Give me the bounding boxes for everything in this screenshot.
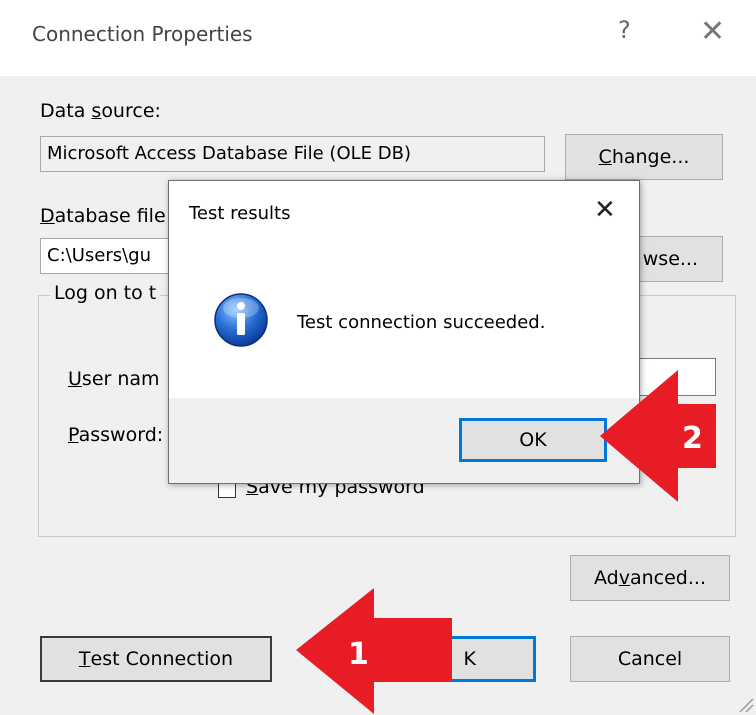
user-name-label: User nam: [68, 368, 160, 390]
data-source-label: Data source:: [40, 100, 161, 122]
database-file-label: Database file: [40, 205, 166, 227]
change-button[interactable]: Change...: [565, 134, 723, 180]
popup-title: Test results: [189, 203, 291, 224]
test-results-popup: Test results ✕ Test connection succeeded…: [168, 180, 640, 484]
password-label: Password:: [68, 424, 164, 446]
arrow-1-label: 1: [348, 637, 369, 672]
arrow-2-label: 2: [682, 421, 703, 456]
test-connection-button[interactable]: Test Connection: [40, 636, 272, 682]
cancel-button[interactable]: Cancel: [570, 636, 730, 682]
dialog-title: Connection Properties: [32, 22, 253, 46]
advanced-button[interactable]: Ad v anced...: [570, 555, 730, 601]
annotation-arrow-1: 1: [296, 588, 452, 714]
close-button[interactable]: ✕: [700, 14, 725, 49]
popup-message: Test connection succeeded.: [297, 312, 546, 333]
logon-group-legend: Log on to t: [50, 282, 161, 304]
data-source-field: Microsoft Access Database File (OLE DB): [40, 136, 545, 172]
help-button[interactable]: ?: [618, 16, 631, 44]
resize-grip-icon[interactable]: [736, 695, 754, 713]
popup-close-button[interactable]: ✕: [594, 195, 616, 225]
popup-ok-button[interactable]: OK: [459, 418, 607, 462]
info-icon: [214, 293, 268, 347]
annotation-arrow-2: 2: [600, 370, 716, 502]
